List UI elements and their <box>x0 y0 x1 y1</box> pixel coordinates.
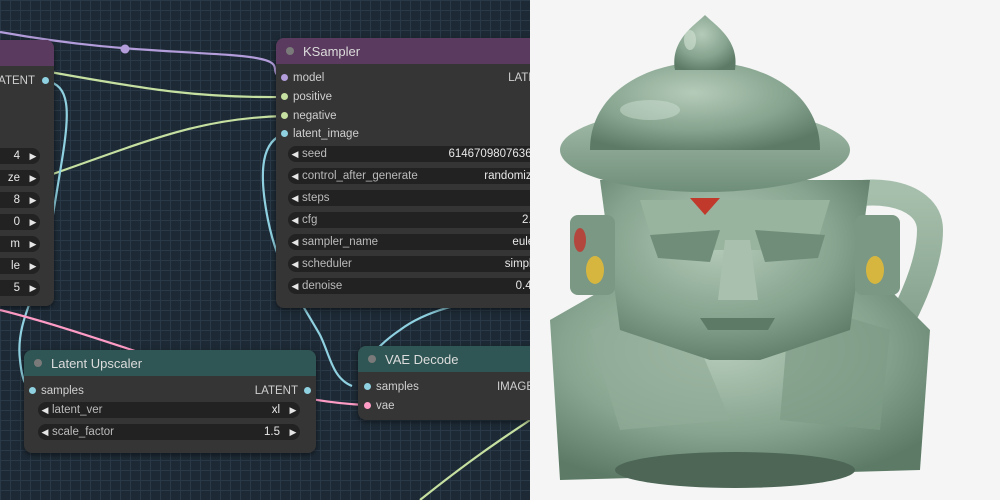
cfg-widget[interactable]: ◀cfg2.0 <box>288 212 530 228</box>
vae-input-socket[interactable] <box>364 402 371 409</box>
latent-image-input-socket[interactable] <box>281 130 288 137</box>
arrow-left-icon: ◀ <box>291 280 299 291</box>
latent-upscaler-title: Latent Upscaler <box>51 355 143 371</box>
ksampler-node[interactable]: KSampler model LATE positive negative la… <box>276 38 530 308</box>
denoise-widget[interactable]: ◀denoise0.40 <box>288 278 530 294</box>
arrow-left-icon: ◀ <box>41 426 49 437</box>
model-input-socket[interactable] <box>281 74 288 81</box>
reroute-point[interactable] <box>120 44 130 54</box>
vae-decode-title: VAE Decode <box>385 351 459 367</box>
vae-input-label: vae <box>376 400 395 412</box>
latent-ver-widget[interactable]: ◀ latent_ver xl ▶ <box>38 402 300 418</box>
model-input-label: model <box>293 72 325 84</box>
collapse-dot-icon[interactable] <box>368 355 376 363</box>
vae-samples-input-socket[interactable] <box>364 383 371 390</box>
left-widget-2[interactable]: 8 ▶ <box>0 192 40 208</box>
left-node-header[interactable] <box>0 40 54 66</box>
vae-decode-output-label: IMAGE <box>496 381 530 393</box>
negative-input-socket[interactable] <box>281 112 288 119</box>
steps-widget[interactable]: ◀steps8 <box>288 190 530 206</box>
left-widget-3[interactable]: 0 ▶ <box>0 214 40 230</box>
collapse-dot-icon[interactable] <box>286 47 294 55</box>
arrow-left-icon: ◀ <box>291 258 299 269</box>
arrow-right-icon: ▶ <box>289 426 297 437</box>
collapse-dot-icon[interactable] <box>34 359 42 367</box>
arrow-right-icon: ▶ <box>29 194 37 205</box>
ksampler-title: KSampler <box>303 43 361 59</box>
control-after-generate-widget[interactable]: ◀control_after_generaterandomize <box>288 168 530 184</box>
vae-decode-header[interactable]: VAE Decode <box>358 346 530 372</box>
positive-input-socket[interactable] <box>281 93 288 100</box>
upscaler-output-label: LATENT <box>254 385 298 397</box>
arrow-right-icon: ▶ <box>29 238 37 249</box>
robot-mug-image <box>550 15 944 488</box>
left-widget-4[interactable]: m ▶ <box>0 236 40 252</box>
positive-wire <box>49 70 286 99</box>
seed-widget[interactable]: ◀ seed 61467098076360 <box>288 146 530 162</box>
scale-factor-widget[interactable]: ◀ scale_factor 1.5 ▶ <box>38 424 300 440</box>
left-widget-1[interactable]: ze ▶ <box>0 170 40 186</box>
upscaler-output-socket[interactable] <box>304 387 311 394</box>
left-node-output-label: LATENT <box>0 75 35 87</box>
arrow-left-icon: ◀ <box>41 404 49 415</box>
positive-input-label: positive <box>293 91 332 103</box>
latent-image-input-label: latent_image <box>293 128 359 140</box>
arrow-right-icon: ▶ <box>29 172 37 183</box>
generated-image-preview <box>530 0 1000 500</box>
arrow-right-icon: ▶ <box>29 260 37 271</box>
samples-input-label: samples <box>41 385 84 397</box>
negative-wire <box>49 114 286 177</box>
arrow-left-icon: ◀ <box>291 214 299 225</box>
arrow-right-icon: ▶ <box>29 216 37 227</box>
latent-upscaler-header[interactable]: Latent Upscaler <box>24 350 316 376</box>
arrow-right-icon: ▶ <box>29 150 37 161</box>
samples-input-socket[interactable] <box>29 387 36 394</box>
arrow-left-icon: ◀ <box>291 236 299 247</box>
left-widget-5[interactable]: le ▶ <box>0 258 40 274</box>
left-node[interactable]: LATENT 4▶ ze▶ 8▶ 0▶ m▶ le▶ 5▶ <box>0 40 54 306</box>
ksampler-header[interactable]: KSampler <box>276 38 530 64</box>
vae-decode-node[interactable]: VAE Decode samples IMAGE vae <box>358 346 530 420</box>
latent-upscaler-node[interactable]: Latent Upscaler samples LATENT ◀ latent_v… <box>24 350 316 453</box>
arrow-left-icon: ◀ <box>291 192 299 203</box>
arrow-left-icon: ◀ <box>291 148 299 159</box>
ksampler-output-label: LATE <box>508 72 530 84</box>
image-wire <box>419 419 530 500</box>
negative-input-label: negative <box>293 110 337 122</box>
sampler-name-widget[interactable]: ◀sampler_nameeuler <box>288 234 530 250</box>
node-graph-canvas[interactable]: LATENT 4▶ ze▶ 8▶ 0▶ m▶ le▶ 5▶ KSampler m… <box>0 0 530 500</box>
vae-samples-input-label: samples <box>376 381 419 393</box>
arrow-right-icon: ▶ <box>29 282 37 293</box>
left-widget-0[interactable]: 4 ▶ <box>0 148 40 164</box>
scheduler-widget[interactable]: ◀schedulersimple <box>288 256 530 272</box>
arrow-right-icon: ▶ <box>289 404 297 415</box>
left-widget-6[interactable]: 5 ▶ <box>0 280 40 296</box>
arrow-left-icon: ◀ <box>291 170 299 181</box>
left-node-output-socket[interactable] <box>42 77 49 84</box>
